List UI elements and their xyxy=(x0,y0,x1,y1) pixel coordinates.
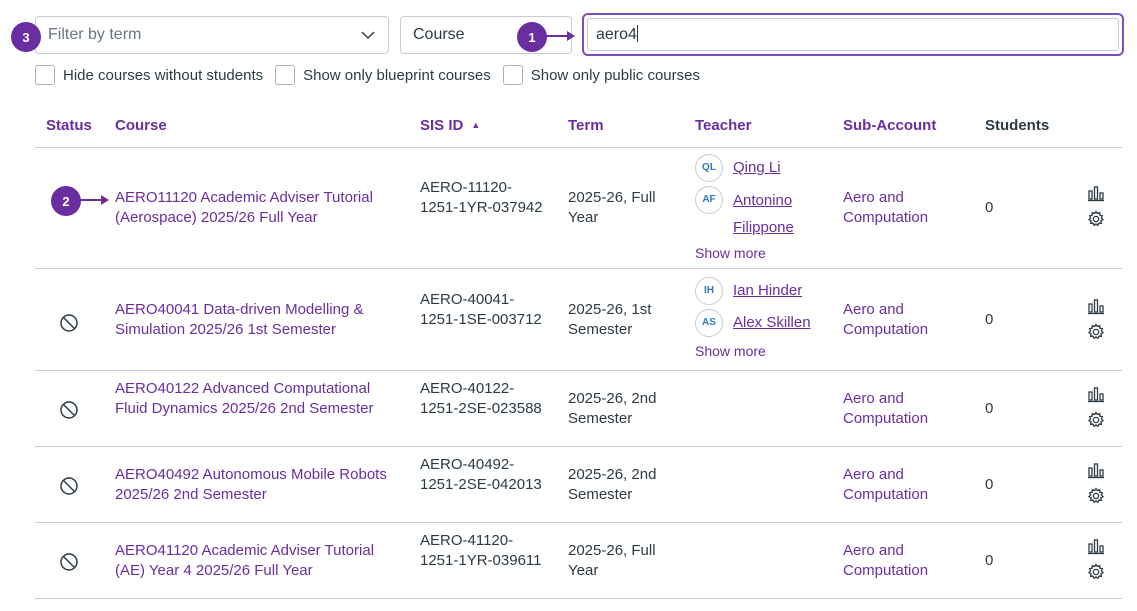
chevron-down-icon xyxy=(361,31,375,40)
student-count: 0 xyxy=(985,552,994,569)
student-count: 0 xyxy=(985,400,994,417)
table-row: AERO40492 Autonomous Mobile Robots 2025/… xyxy=(0,447,1137,522)
table-row: AERO11120 Academic Adviser Tutorial (Aer… xyxy=(0,148,1137,268)
gear-icon[interactable] xyxy=(1087,210,1105,228)
sort-ascending-icon: ▲ xyxy=(471,120,481,130)
search-input[interactable]: aero4 xyxy=(582,13,1124,56)
student-count: 0 xyxy=(985,311,994,328)
term-filter-select[interactable]: Filter by term xyxy=(35,16,389,54)
sub-account-link[interactable]: Aero and Computation xyxy=(843,389,953,429)
course-link[interactable]: AERO11120 Academic Adviser Tutorial (Aer… xyxy=(115,188,400,228)
annotation-badge-3: 3 xyxy=(11,22,41,52)
term: 2025-26, 2nd Semester xyxy=(568,466,657,503)
student-count: 0 xyxy=(985,476,994,493)
avatar: IH xyxy=(695,277,723,305)
show-more-link[interactable]: Show more xyxy=(695,341,835,361)
teacher-link[interactable]: Antonino Filippone xyxy=(695,187,835,241)
filter-checkboxes: Hide courses without students Show only … xyxy=(35,65,712,85)
annotation-arrow-2 xyxy=(79,195,109,205)
sis-id: AERO-40122-1251-2SE-023588 xyxy=(420,380,542,417)
term: 2025-26, 2nd Semester xyxy=(568,390,657,427)
teacher-entry: AF Antonino Filippone xyxy=(695,186,835,241)
unpublished-icon[interactable] xyxy=(58,551,80,573)
term: 2025-26, Full Year xyxy=(568,542,656,579)
term: 2025-26, 1st Semester xyxy=(568,301,652,338)
header-sub-account[interactable]: Sub-Account xyxy=(843,117,936,134)
table-row: AERO40041 Data-driven Modelling & Simula… xyxy=(0,269,1137,370)
header-course[interactable]: Course xyxy=(115,117,167,134)
bar-chart-icon[interactable] xyxy=(1087,537,1105,555)
teacher-link[interactable]: Alex Skillen xyxy=(733,313,811,333)
sub-account-link[interactable]: Aero and Computation xyxy=(843,465,953,505)
search-type-label: Course xyxy=(413,26,465,43)
hide-courses-without-students-checkbox[interactable]: Hide courses without students xyxy=(35,65,263,85)
header-teacher[interactable]: Teacher xyxy=(695,117,751,134)
gear-icon[interactable] xyxy=(1087,323,1105,341)
sub-account-link[interactable]: Aero and Computation xyxy=(843,300,953,340)
show-only-blueprint-checkbox[interactable]: Show only blueprint courses xyxy=(275,65,491,85)
header-sis-id[interactable]: SIS ID ▲ xyxy=(420,117,480,134)
annotation-arrow-1 xyxy=(545,31,575,41)
sis-id: AERO-41120-1251-1YR-039611 xyxy=(420,532,542,569)
gear-icon[interactable] xyxy=(1087,411,1105,429)
table-row: AERO41120 Academic Adviser Tutorial (AE)… xyxy=(0,523,1137,598)
student-count: 0 xyxy=(985,199,994,216)
sis-id: AERO-40041-1251-1SE-003712 xyxy=(420,291,542,328)
avatar: QL xyxy=(695,154,723,182)
header-students: Students xyxy=(985,117,1050,134)
teacher-list: IH Ian Hinder AS Alex Skillen Show more xyxy=(695,277,835,361)
teacher-entry: IH Ian Hinder xyxy=(695,277,835,305)
teacher-link[interactable]: Ian Hinder xyxy=(733,281,802,301)
bar-chart-icon[interactable] xyxy=(1087,297,1105,315)
term-filter-placeholder: Filter by term xyxy=(48,26,142,43)
sis-id: AERO-11120-1251-1YR-037942 xyxy=(420,179,543,216)
search-input-value: aero4 xyxy=(596,26,637,43)
sub-account-link[interactable]: Aero and Computation xyxy=(843,541,953,581)
unpublished-icon[interactable] xyxy=(58,475,80,497)
bar-chart-icon[interactable] xyxy=(1087,184,1105,202)
teacher-entry: QL Qing Li xyxy=(695,154,835,182)
term: 2025-26, Full Year xyxy=(568,189,656,226)
sub-account-link[interactable]: Aero and Computation xyxy=(843,188,953,228)
course-link[interactable]: AERO40492 Autonomous Mobile Robots 2025/… xyxy=(115,465,400,505)
show-more-link[interactable]: Show more xyxy=(695,243,835,263)
sis-id: AERO-40492-1251-2SE-042013 xyxy=(420,456,542,493)
header-term[interactable]: Term xyxy=(568,117,604,134)
bar-chart-icon[interactable] xyxy=(1087,461,1105,479)
bar-chart-icon[interactable] xyxy=(1087,385,1105,403)
unpublished-icon[interactable] xyxy=(58,312,80,334)
annotation-badge-2: 2 xyxy=(51,186,81,216)
unpublished-icon[interactable] xyxy=(58,399,80,421)
gear-icon[interactable] xyxy=(1087,487,1105,505)
table-row: AERO40122 Advanced Computational Fluid D… xyxy=(0,371,1137,446)
course-link[interactable]: AERO40041 Data-driven Modelling & Simula… xyxy=(115,300,400,340)
teacher-list: QL Qing Li AF Antonino Filippone Show mo… xyxy=(695,154,835,263)
teacher-entry: AS Alex Skillen xyxy=(695,309,835,337)
show-only-public-checkbox[interactable]: Show only public courses xyxy=(502,65,700,85)
gear-icon[interactable] xyxy=(1087,563,1105,581)
course-link[interactable]: AERO41120 Academic Adviser Tutorial (AE)… xyxy=(115,541,400,581)
avatar: AS xyxy=(695,309,723,337)
course-link[interactable]: AERO40122 Advanced Computational Fluid D… xyxy=(115,379,400,419)
header-status[interactable]: Status xyxy=(46,117,92,134)
teacher-link[interactable]: Qing Li xyxy=(733,158,781,178)
annotation-badge-1: 1 xyxy=(517,22,547,52)
